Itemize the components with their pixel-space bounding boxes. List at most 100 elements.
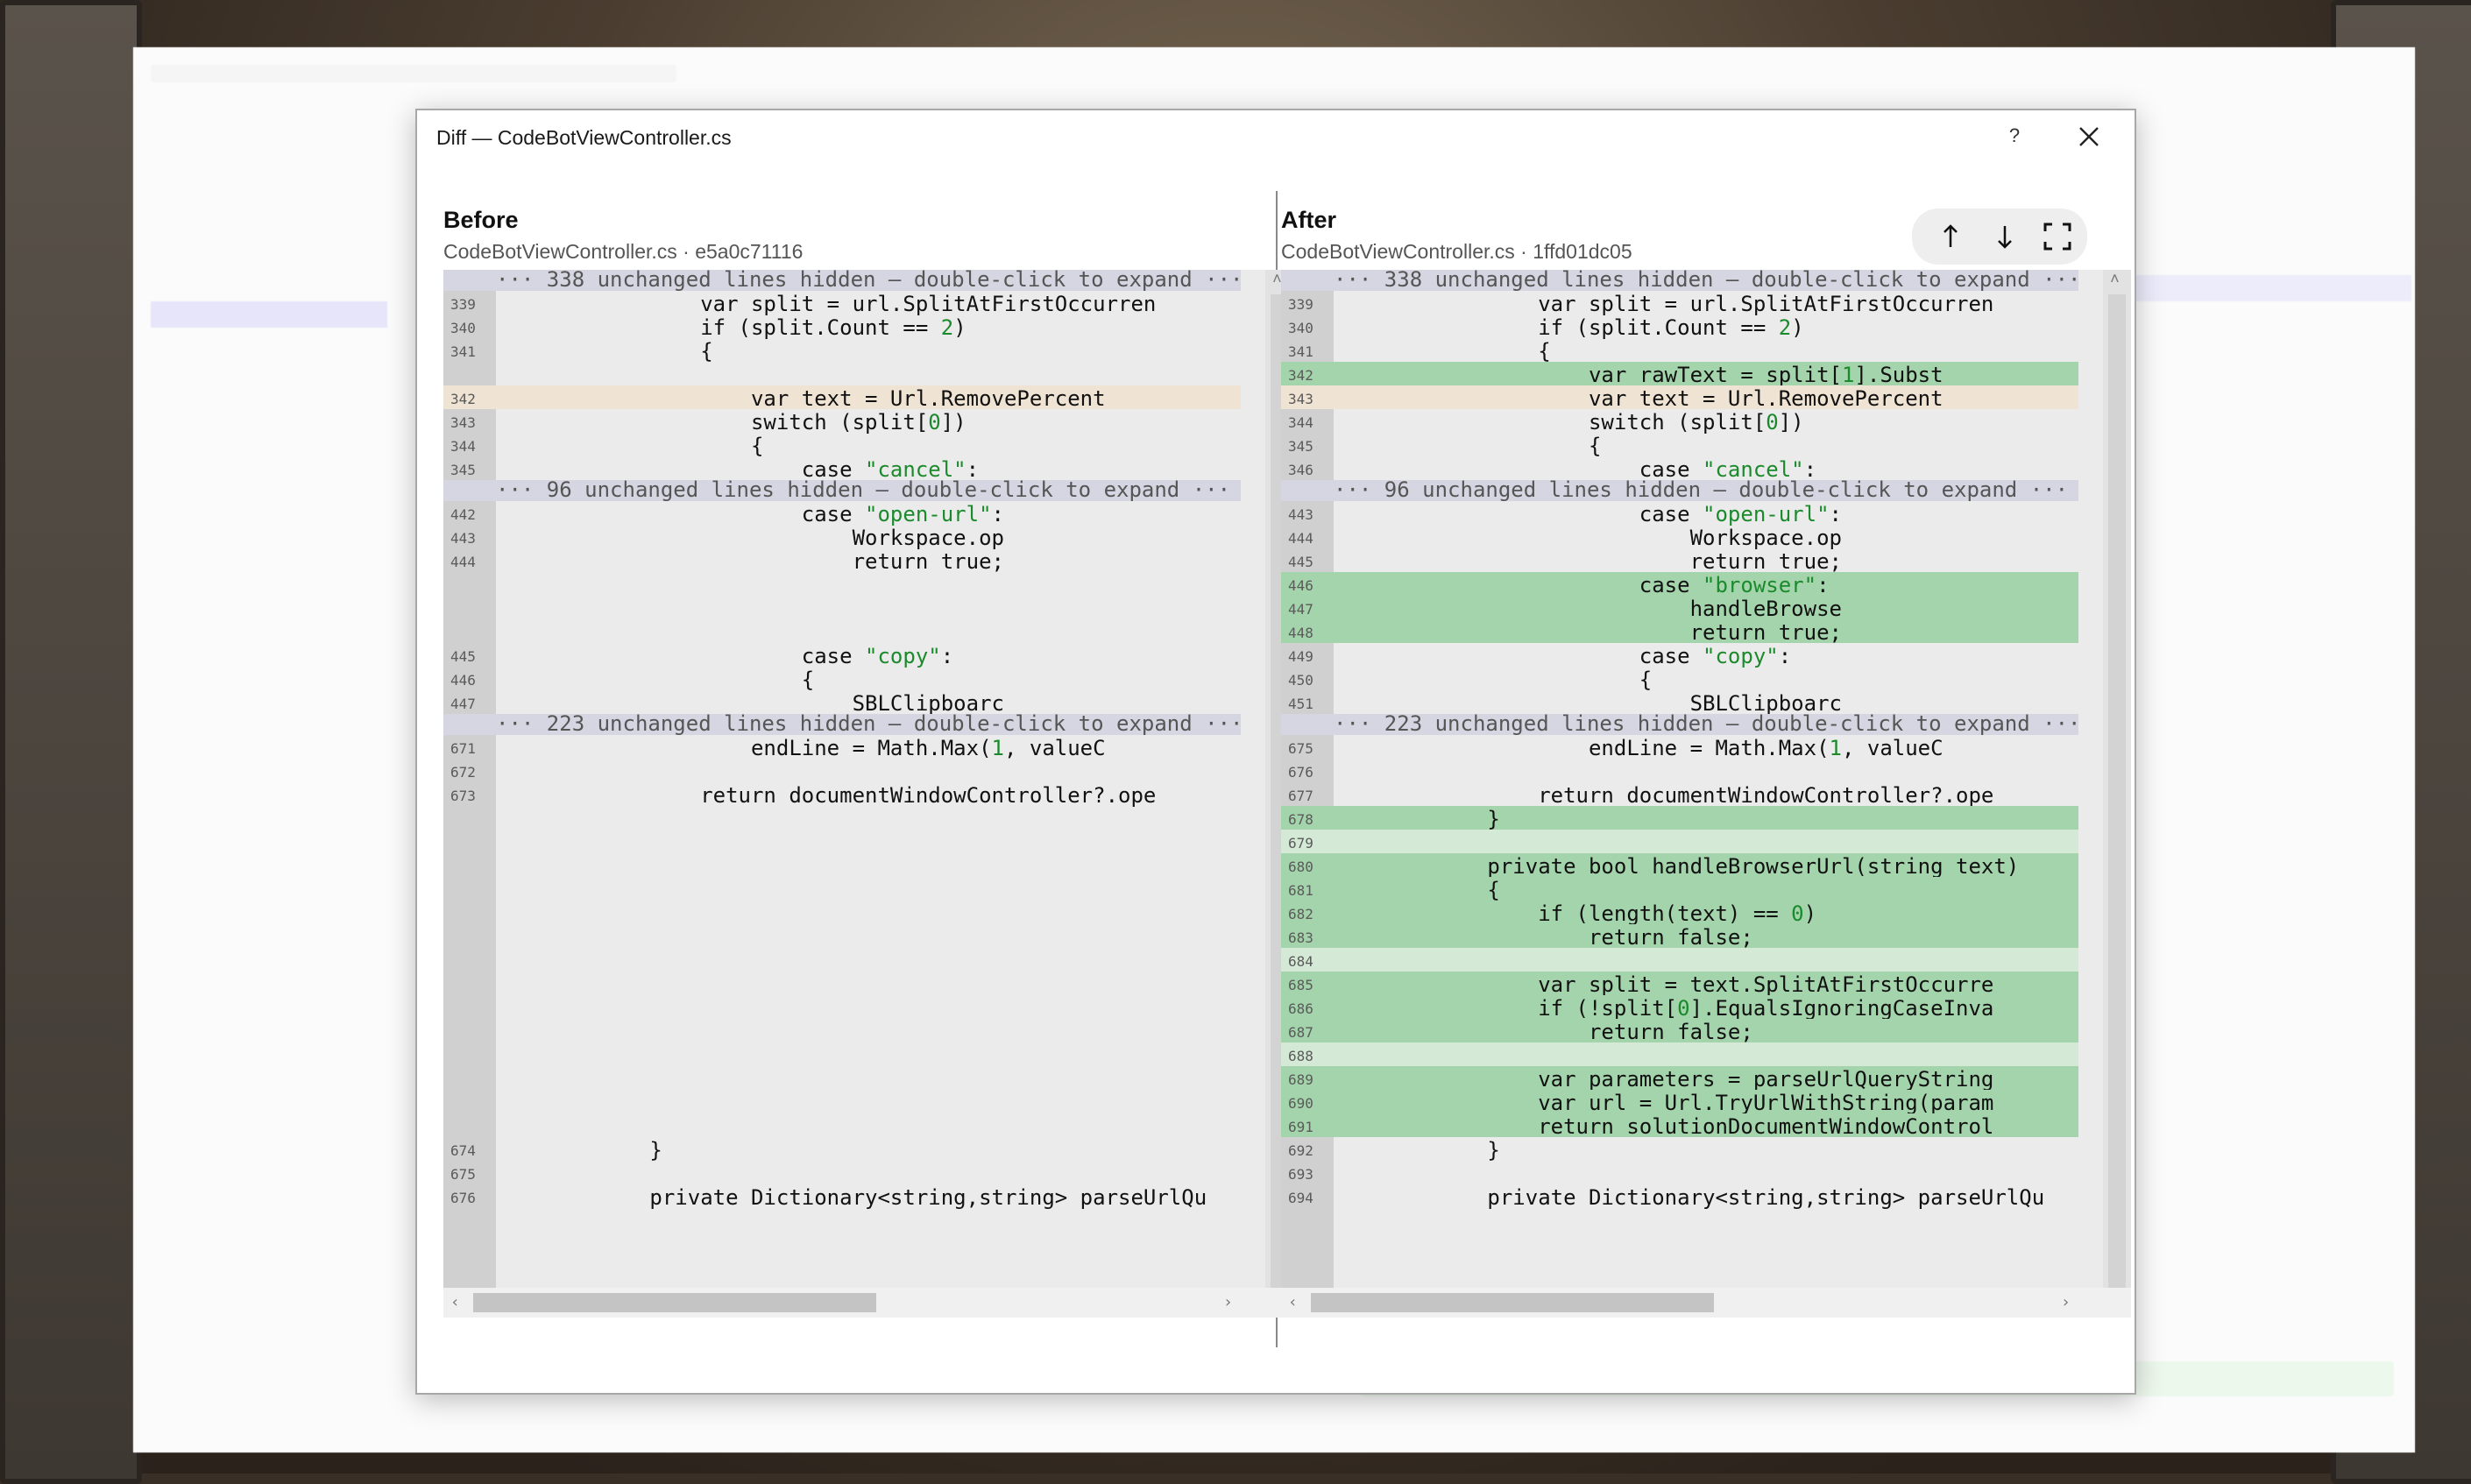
after-horizontal-scrollbar[interactable]: ‹ › xyxy=(1281,1288,2131,1318)
code-line: 446 { xyxy=(443,667,1241,692)
scrollbar-thumb[interactable] xyxy=(2108,294,2126,1293)
line-number: 446 xyxy=(1288,577,1313,594)
code-line: 683 return false; xyxy=(1281,924,2078,950)
line-number: 447 xyxy=(1288,601,1313,618)
after-subtitle: CodeBotViewController.cs · 1ffd01dc05 xyxy=(1281,240,1632,263)
next-change-button[interactable] xyxy=(1982,214,2028,259)
line-number: 678 xyxy=(1288,811,1313,828)
after-title: After xyxy=(1281,207,1337,233)
code-line: 672 xyxy=(443,759,1241,782)
code-text: var text = Url.RemovePercent xyxy=(1335,386,1944,411)
scroll-right-arrow[interactable]: › xyxy=(2061,1293,2071,1311)
code-line: 678 } xyxy=(1281,806,2078,831)
code-text: var split = url.SplitAtFirstOccurren xyxy=(1335,292,1994,316)
fullscreen-button[interactable] xyxy=(2035,214,2080,259)
code-line: 687 return false; xyxy=(1281,1019,2078,1044)
code-line: 684 xyxy=(1281,948,2078,972)
code-text: if (split.Count == 2) xyxy=(498,315,966,340)
line-number: 673 xyxy=(450,788,476,804)
line-number: 448 xyxy=(1288,625,1313,641)
code-line: 675 xyxy=(443,1161,1241,1184)
code-line: 676 xyxy=(1281,759,2078,782)
line-number: 689 xyxy=(1288,1071,1313,1088)
line-number: 679 xyxy=(1288,835,1313,852)
code-text: return false; xyxy=(1335,925,1753,950)
code-line: 680 private bool handleBrowserUrl(string… xyxy=(1281,853,2078,879)
code-text: { xyxy=(498,434,764,458)
code-line: 447 handleBrowse xyxy=(1281,596,2078,621)
collapsed-lines-row[interactable]: ··· 96 unchanged lines hidden — double-c… xyxy=(443,477,1241,502)
code-text: var rawText = split[1].Subst xyxy=(1335,363,1944,387)
code-line: 343 switch (split[0]) xyxy=(443,409,1241,435)
line-number: 671 xyxy=(450,740,476,757)
code-text: { xyxy=(1335,434,1602,458)
line-number: 451 xyxy=(1288,696,1313,712)
before-horizontal-scrollbar[interactable]: ‹ › xyxy=(443,1288,1293,1318)
line-number: 344 xyxy=(1288,414,1313,431)
line-number: 446 xyxy=(450,672,476,689)
collapsed-lines-row[interactable]: ··· 96 unchanged lines hidden — double-c… xyxy=(1281,479,2078,501)
collapsed-lines-label: ··· 96 unchanged lines hidden — double-c… xyxy=(496,477,1231,502)
collapsed-lines-label: ··· 223 unchanged lines hidden — double-… xyxy=(1334,711,2081,736)
line-number: 675 xyxy=(450,1166,476,1183)
line-number: 684 xyxy=(1288,953,1313,970)
scrollbar-thumb[interactable] xyxy=(473,1293,876,1312)
code-line: 677 return documentWindowController?.ope xyxy=(1281,782,2078,808)
code-text: var split = url.SplitAtFirstOccurren xyxy=(498,292,1157,316)
line-number: 342 xyxy=(450,391,476,407)
code-line: 681 { xyxy=(1281,877,2078,902)
code-line: 442 case "open-url": xyxy=(443,501,1241,526)
line-number: 442 xyxy=(450,506,476,523)
code-text: { xyxy=(1335,339,1551,364)
line-number: 445 xyxy=(1288,554,1313,570)
code-line: 340 if (split.Count == 2) xyxy=(1281,314,2078,340)
line-number: 687 xyxy=(1288,1024,1313,1041)
scroll-left-arrow[interactable]: ‹ xyxy=(450,1293,460,1311)
code-line: 343 var text = Url.RemovePercent xyxy=(1281,385,2078,411)
code-text: if (length(text) == 0) xyxy=(1335,901,1817,926)
scroll-left-arrow[interactable]: ‹ xyxy=(1288,1293,1298,1311)
help-button[interactable]: ? xyxy=(2001,123,2028,149)
scrollbar-thumb[interactable] xyxy=(1311,1293,1714,1312)
collapsed-lines-row[interactable]: ··· 223 unchanged lines hidden — double-… xyxy=(443,711,1243,736)
code-text: private bool handleBrowserUrl(string tex… xyxy=(1335,854,2020,879)
code-line: 679 xyxy=(1281,830,2078,853)
code-line: 686 if (!split[0].EqualsIgnoringCaseInva xyxy=(1281,995,2078,1021)
code-text: endLine = Math.Max(1, valueC xyxy=(1335,736,1944,760)
previous-change-button[interactable] xyxy=(1928,214,1973,259)
after-vertical-scrollbar[interactable]: ˄ ˅ xyxy=(2103,270,2131,1318)
line-number: 343 xyxy=(1288,391,1313,407)
code-text: return true; xyxy=(1335,620,1842,645)
collapsed-lines-row[interactable]: ··· 223 unchanged lines hidden — double-… xyxy=(1281,711,2081,736)
arrow-down-icon xyxy=(1998,226,2012,249)
after-code-view[interactable]: ··· 338 unchanged lines hidden — double-… xyxy=(1281,270,2131,1318)
scroll-right-arrow[interactable]: › xyxy=(1223,1293,1233,1311)
code-line: 691 return solutionDocumentWindowControl xyxy=(1281,1113,2078,1139)
code-line: 671 endLine = Math.Max(1, valueC xyxy=(443,735,1241,760)
line-number: 339 xyxy=(450,296,476,313)
line-number: 691 xyxy=(1288,1119,1313,1135)
line-number: 685 xyxy=(1288,977,1313,993)
code-text: endLine = Math.Max(1, valueC xyxy=(498,736,1106,760)
line-number: 443 xyxy=(450,530,476,547)
collapsed-lines-row[interactable]: ··· 338 unchanged lines hidden — double-… xyxy=(443,270,1243,292)
code-text: return true; xyxy=(1335,549,1842,574)
collapsed-lines-row[interactable]: ··· 338 unchanged lines hidden — double-… xyxy=(1281,270,2081,291)
code-line: 341 { xyxy=(443,338,1241,364)
line-number: 677 xyxy=(1288,788,1313,804)
code-line: 451 SBLClipboarc xyxy=(1281,690,2078,716)
line-number: 676 xyxy=(450,1190,476,1206)
code-text: } xyxy=(1335,807,1500,831)
line-number: 676 xyxy=(1288,764,1313,781)
collapsed-lines-label: ··· 338 unchanged lines hidden — double-… xyxy=(496,270,1243,292)
before-code-view[interactable]: ··· 338 unchanged lines hidden — double-… xyxy=(443,270,1293,1318)
code-line: 444 return true; xyxy=(443,548,1241,574)
scroll-up-arrow[interactable]: ˄ xyxy=(2110,270,2120,289)
code-text: Workspace.op xyxy=(498,526,1004,550)
code-text: case "open-url": xyxy=(498,502,1004,526)
collapsed-lines-label: ··· 223 unchanged lines hidden — double-… xyxy=(496,711,1243,736)
code-text: Workspace.op xyxy=(1335,526,1842,550)
arrow-up-icon xyxy=(1944,224,1958,247)
close-button[interactable] xyxy=(2071,119,2106,154)
